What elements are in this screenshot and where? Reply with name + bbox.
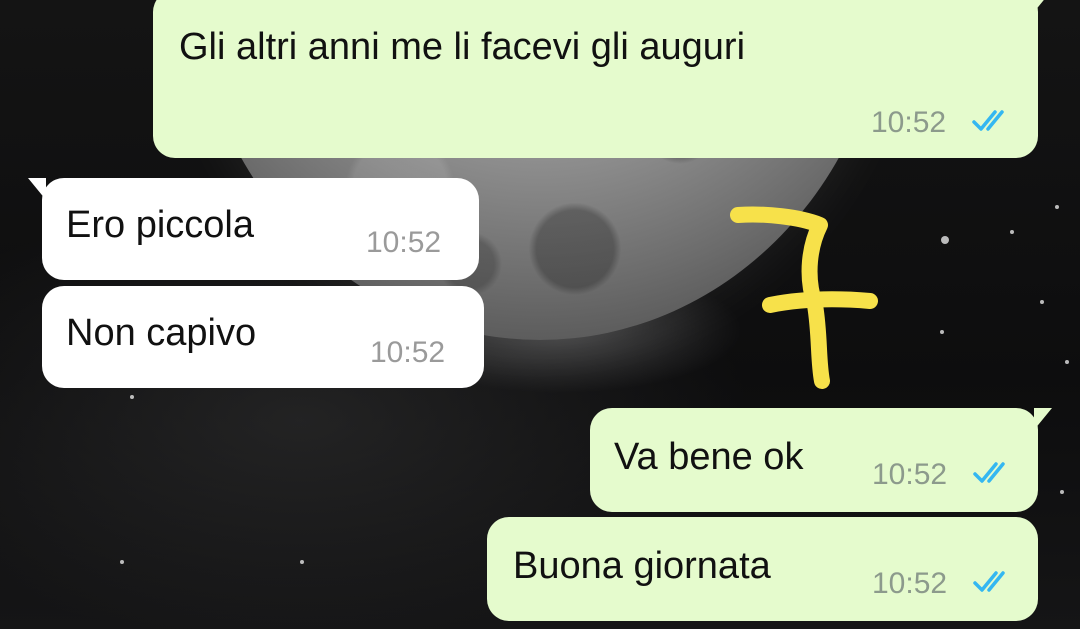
yellow-scribble-annotation — [730, 206, 878, 389]
star — [300, 560, 304, 564]
message-time: 10:52 — [872, 567, 948, 600]
star — [940, 330, 944, 334]
message-text: Non capivo — [66, 312, 257, 354]
bubble-tail — [1034, 0, 1052, 12]
bubble-tail — [28, 178, 46, 200]
message-bubble-outgoing[interactable]: Gli altri anni me li facevi gli auguri 1… — [153, 0, 1052, 158]
message-text: Ero piccola — [66, 204, 254, 246]
star — [130, 395, 134, 399]
message-text: Gli altri anni me li facevi gli auguri — [179, 26, 746, 68]
message-bubble-incoming[interactable]: Ero piccola 10:52 — [28, 178, 479, 280]
message-text: Va bene ok — [614, 436, 804, 478]
star — [1010, 230, 1014, 234]
message-bubble-outgoing[interactable]: Buona giornata 10:52 — [487, 517, 1038, 621]
star — [120, 560, 124, 564]
star — [941, 236, 949, 244]
message-time: 10:52 — [370, 336, 446, 369]
message-time: 10:52 — [366, 226, 442, 259]
star — [1055, 205, 1059, 209]
message-bubble-outgoing[interactable]: Va bene ok 10:52 — [590, 408, 1052, 512]
star — [1040, 300, 1044, 304]
message-time: 10:52 — [871, 106, 947, 139]
double-check-icon — [973, 571, 1005, 592]
bubble-tail — [1034, 408, 1052, 430]
star — [1065, 360, 1069, 364]
double-check-icon — [973, 462, 1005, 483]
double-check-icon — [972, 110, 1004, 131]
star — [1060, 490, 1064, 494]
message-text: Buona giornata — [513, 545, 771, 587]
message-bubble-incoming[interactable]: Non capivo 10:52 — [42, 286, 484, 388]
message-time: 10:52 — [872, 458, 948, 491]
